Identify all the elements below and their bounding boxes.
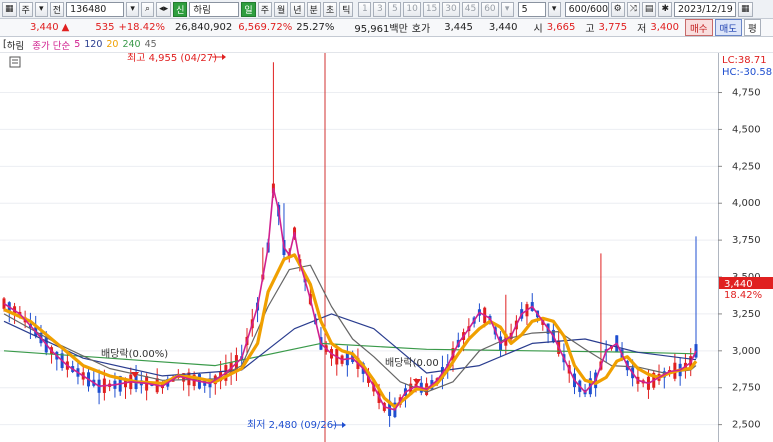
- change-value: 535: [95, 22, 115, 33]
- chart-settings-icon[interactable]: [9, 56, 21, 68]
- interval-chevron-icon[interactable]: ▾: [547, 1, 561, 17]
- chevron-down-icon[interactable]: ▾: [34, 1, 48, 17]
- y-tick-label: 3,000: [732, 346, 761, 357]
- tab-minute[interactable]: 분: [306, 1, 321, 17]
- shin-badge: 신: [173, 1, 188, 17]
- tab-year[interactable]: 년: [290, 1, 305, 17]
- volume-value: 26,840,902: [174, 22, 233, 33]
- minute-30-button[interactable]: 30: [442, 1, 460, 17]
- y-axis-labels: 4,7504,5004,2504,0003,7503,5003,2503,000…: [718, 88, 761, 431]
- interval-input[interactable]: 5: [517, 1, 546, 17]
- amount-value: 95,961백만: [354, 24, 408, 35]
- legend-stock-name: 하림: [6, 40, 25, 52]
- minute-45-button[interactable]: 45: [461, 1, 480, 17]
- minute-60-button[interactable]: 60: [481, 1, 499, 17]
- dividend-label-2: 배당락(0.00: [385, 357, 439, 369]
- low-annotation: 최저 2,480 (09/26): [247, 419, 337, 431]
- legend-ma-45: 45: [144, 39, 157, 50]
- minute-5-button[interactable]: 5: [388, 1, 402, 17]
- y-tick-label: 4,750: [732, 88, 761, 99]
- quote-label: 호가: [411, 24, 431, 35]
- ask-value: 3,445: [444, 22, 473, 33]
- minute-1-button[interactable]: 1: [358, 1, 372, 17]
- open-value: 3,665: [546, 22, 576, 33]
- legend-ma-240: 240: [122, 39, 141, 50]
- legend-ma-20: 20: [106, 39, 119, 50]
- quote-info-bar: 3,440 ▲ 535 +18.42% 26,840,902 6,569.72%…: [0, 19, 773, 37]
- jeon-button[interactable]: 전: [49, 1, 65, 17]
- high-value: 3,775: [598, 22, 628, 33]
- y-tick-label: 4,250: [732, 161, 761, 172]
- stock-name-field[interactable]: 하림: [189, 1, 240, 17]
- bar-count-input[interactable]: 600/600: [564, 1, 609, 17]
- save-icon[interactable]: ▤: [641, 1, 657, 17]
- average-button[interactable]: 평: [743, 19, 761, 36]
- code-dropdown-chevron-icon[interactable]: ▾: [126, 1, 140, 17]
- hc-label: HC:-30.58: [722, 67, 772, 78]
- date-input[interactable]: 2023/12/19: [673, 1, 736, 17]
- search-icon[interactable]: ⌕: [141, 1, 155, 17]
- y-tick-label: 3,750: [732, 235, 761, 246]
- tab-week[interactable]: 주: [257, 1, 272, 17]
- tab-second[interactable]: 초: [322, 1, 338, 17]
- plot-area[interactable]: [0, 53, 718, 442]
- high-label: 고: [585, 24, 595, 35]
- open-label: 시: [533, 24, 543, 35]
- y-tick-label: 4,500: [732, 124, 761, 135]
- current-price: 3,440: [30, 22, 59, 33]
- change-percent: +18.42%: [118, 22, 165, 33]
- minute-15-button[interactable]: 15: [422, 1, 441, 17]
- chevron-down-icon[interactable]: ▾: [500, 1, 514, 17]
- tiles-icon[interactable]: ▦: [2, 1, 17, 17]
- legend-ma-120: 120: [84, 39, 103, 50]
- minute-3-button[interactable]: 3: [373, 1, 387, 17]
- stock-code-input[interactable]: 136480: [66, 1, 125, 17]
- volume-percent: 6,569.72%: [238, 22, 293, 33]
- low-value: 3,400: [650, 22, 680, 33]
- current-pct-tag-label: 18.42%: [724, 290, 762, 301]
- price-chart[interactable]: 4,7504,5004,2504,0003,7503,5003,2503,000…: [0, 53, 773, 442]
- lc-label: LC:38.71: [722, 55, 767, 66]
- low-label: 저: [637, 24, 647, 35]
- prev-next-icon[interactable]: ◂▸: [156, 1, 172, 17]
- gear-icon[interactable]: ✱: [658, 1, 672, 17]
- y-tick-label: 3,250: [732, 309, 761, 320]
- minute-10-button[interactable]: 10: [403, 1, 421, 17]
- current-price-tag-label: 3,440: [724, 279, 753, 290]
- up-arrow-icon: ▲: [61, 22, 70, 33]
- calendar-icon[interactable]: ▦: [737, 1, 753, 17]
- legend-ma-label: 종가 단순: [32, 40, 71, 52]
- sell-button[interactable]: 매도: [714, 19, 742, 36]
- crosshair-icon[interactable]: ⤨: [626, 1, 640, 17]
- tab-tick[interactable]: 틱: [339, 1, 354, 17]
- y-tick-label: 2,750: [732, 383, 761, 394]
- high-annotation: 최고 4,955 (04/27): [127, 53, 217, 64]
- tab-daily[interactable]: 일: [241, 1, 256, 17]
- chart-toolbar: ▦ 주 ▾ 전 136480 ▾ ⌕ ◂▸ 신 하림 일 주 월 년 분 초 틱…: [0, 0, 773, 19]
- bid-value: 3,440: [488, 22, 518, 33]
- turnover-value: 25.27%: [296, 22, 335, 33]
- legend-ma-5: 5: [74, 39, 81, 50]
- buy-button[interactable]: 매수: [685, 19, 713, 36]
- indicator-icon[interactable]: ⚙: [610, 1, 625, 17]
- y-tick-label: 4,000: [732, 198, 761, 209]
- dividend-label-1: 배당락(0.00%): [101, 348, 168, 360]
- chart-legend-bar: [ 하림 종가 단순 5 120 20 240 45: [0, 37, 773, 53]
- tab-month[interactable]: 월: [273, 1, 289, 17]
- code-type-select[interactable]: 주: [18, 1, 33, 17]
- y-tick-label: 2,500: [732, 420, 761, 431]
